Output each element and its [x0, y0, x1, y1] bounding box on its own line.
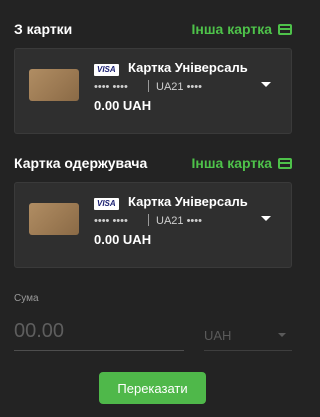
- source-card-iban: UA21 ••••: [156, 81, 202, 93]
- transfer-button[interactable]: Переказати: [99, 372, 206, 404]
- source-card-title: З картки: [14, 21, 73, 37]
- card-thumbnail: [29, 203, 79, 235]
- amount-label: Сума: [14, 293, 39, 304]
- visa-logo-icon: VISA: [94, 198, 119, 210]
- divider: [148, 214, 149, 226]
- source-card-balance: 0.00 UAH: [94, 98, 152, 113]
- currency-value: UAH: [204, 328, 232, 343]
- recipient-other-card-label: Інша картка: [191, 155, 273, 171]
- chevron-down-icon[interactable]: [261, 216, 271, 221]
- chevron-down-icon: [278, 333, 286, 337]
- source-other-card-label: Інша картка: [191, 21, 273, 37]
- card-thumbnail: [29, 69, 79, 101]
- recipient-other-card-link[interactable]: Інша картка: [191, 155, 292, 171]
- credit-card-icon: [278, 157, 292, 169]
- chevron-down-icon[interactable]: [261, 82, 271, 87]
- amount-field-wrapper: [14, 312, 184, 351]
- source-card-masked-number: •••• ••••: [94, 81, 128, 93]
- recipient-card-masked-number: •••• ••••: [94, 215, 128, 227]
- credit-card-icon: [278, 23, 292, 35]
- amount-input[interactable]: [14, 312, 184, 350]
- source-card-selector[interactable]: VISA Картка Універсаль •••• •••• UA21 ••…: [14, 48, 292, 134]
- recipient-card-title: Картка одержувача: [14, 155, 148, 171]
- source-card-name: Картка Універсаль: [128, 60, 248, 75]
- recipient-card-header: Картка одержувача Інша картка: [14, 155, 292, 171]
- currency-select[interactable]: UAH: [204, 318, 292, 351]
- divider: [148, 80, 149, 92]
- recipient-card-balance: 0.00 UAH: [94, 232, 152, 247]
- source-other-card-link[interactable]: Інша картка: [191, 21, 292, 37]
- recipient-card-iban: UA21 ••••: [156, 215, 202, 227]
- visa-logo-icon: VISA: [94, 64, 119, 76]
- source-card-header: З картки Інша картка: [14, 21, 292, 37]
- recipient-card-name: Картка Універсаль: [128, 194, 248, 209]
- recipient-card-selector[interactable]: VISA Картка Універсаль •••• •••• UA21 ••…: [14, 182, 292, 268]
